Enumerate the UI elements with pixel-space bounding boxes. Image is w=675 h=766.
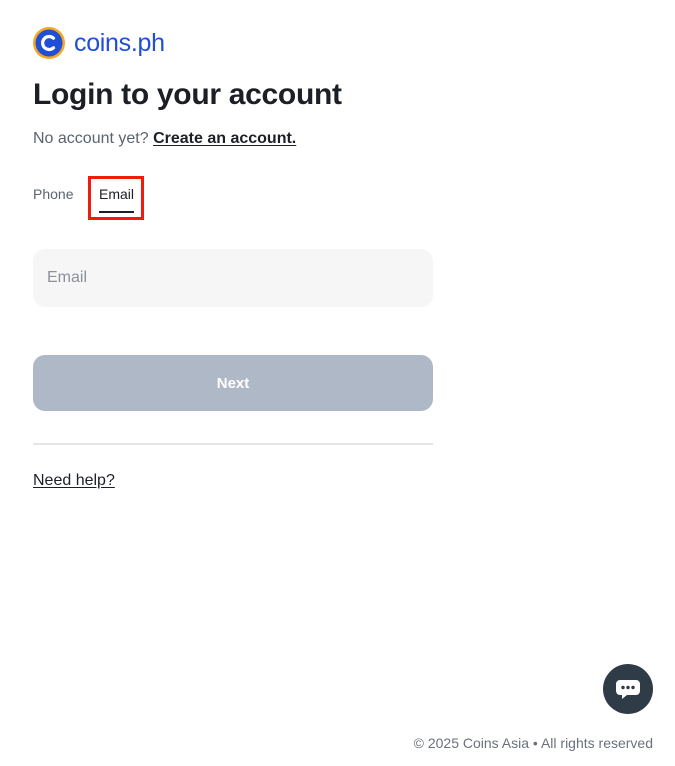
next-button[interactable]: Next bbox=[33, 355, 433, 411]
brand-name: coins.ph bbox=[74, 29, 165, 57]
create-account-link[interactable]: Create an account. bbox=[153, 130, 296, 147]
footer: © 2025 Coins Asia • All rights reserved bbox=[414, 735, 653, 751]
coins-logo-icon bbox=[33, 27, 65, 59]
rights-text: All rights reserved bbox=[540, 735, 653, 751]
footer-separator: • bbox=[532, 735, 538, 751]
chat-bubble-icon bbox=[616, 680, 640, 699]
page-title: Login to your account bbox=[33, 78, 342, 111]
no-account-text: No account yet? bbox=[33, 130, 149, 147]
need-help-link[interactable]: Need help? bbox=[33, 472, 115, 490]
chat-button[interactable] bbox=[603, 664, 653, 714]
email-input[interactable] bbox=[33, 249, 433, 307]
signup-prompt: No account yet? Create an account. bbox=[33, 130, 296, 148]
brand-logo[interactable]: coins.ph bbox=[33, 27, 165, 59]
highlight-box bbox=[88, 176, 144, 220]
tab-phone[interactable]: Phone bbox=[33, 186, 73, 202]
divider bbox=[33, 443, 433, 445]
copyright-text: © 2025 Coins Asia bbox=[413, 735, 530, 751]
